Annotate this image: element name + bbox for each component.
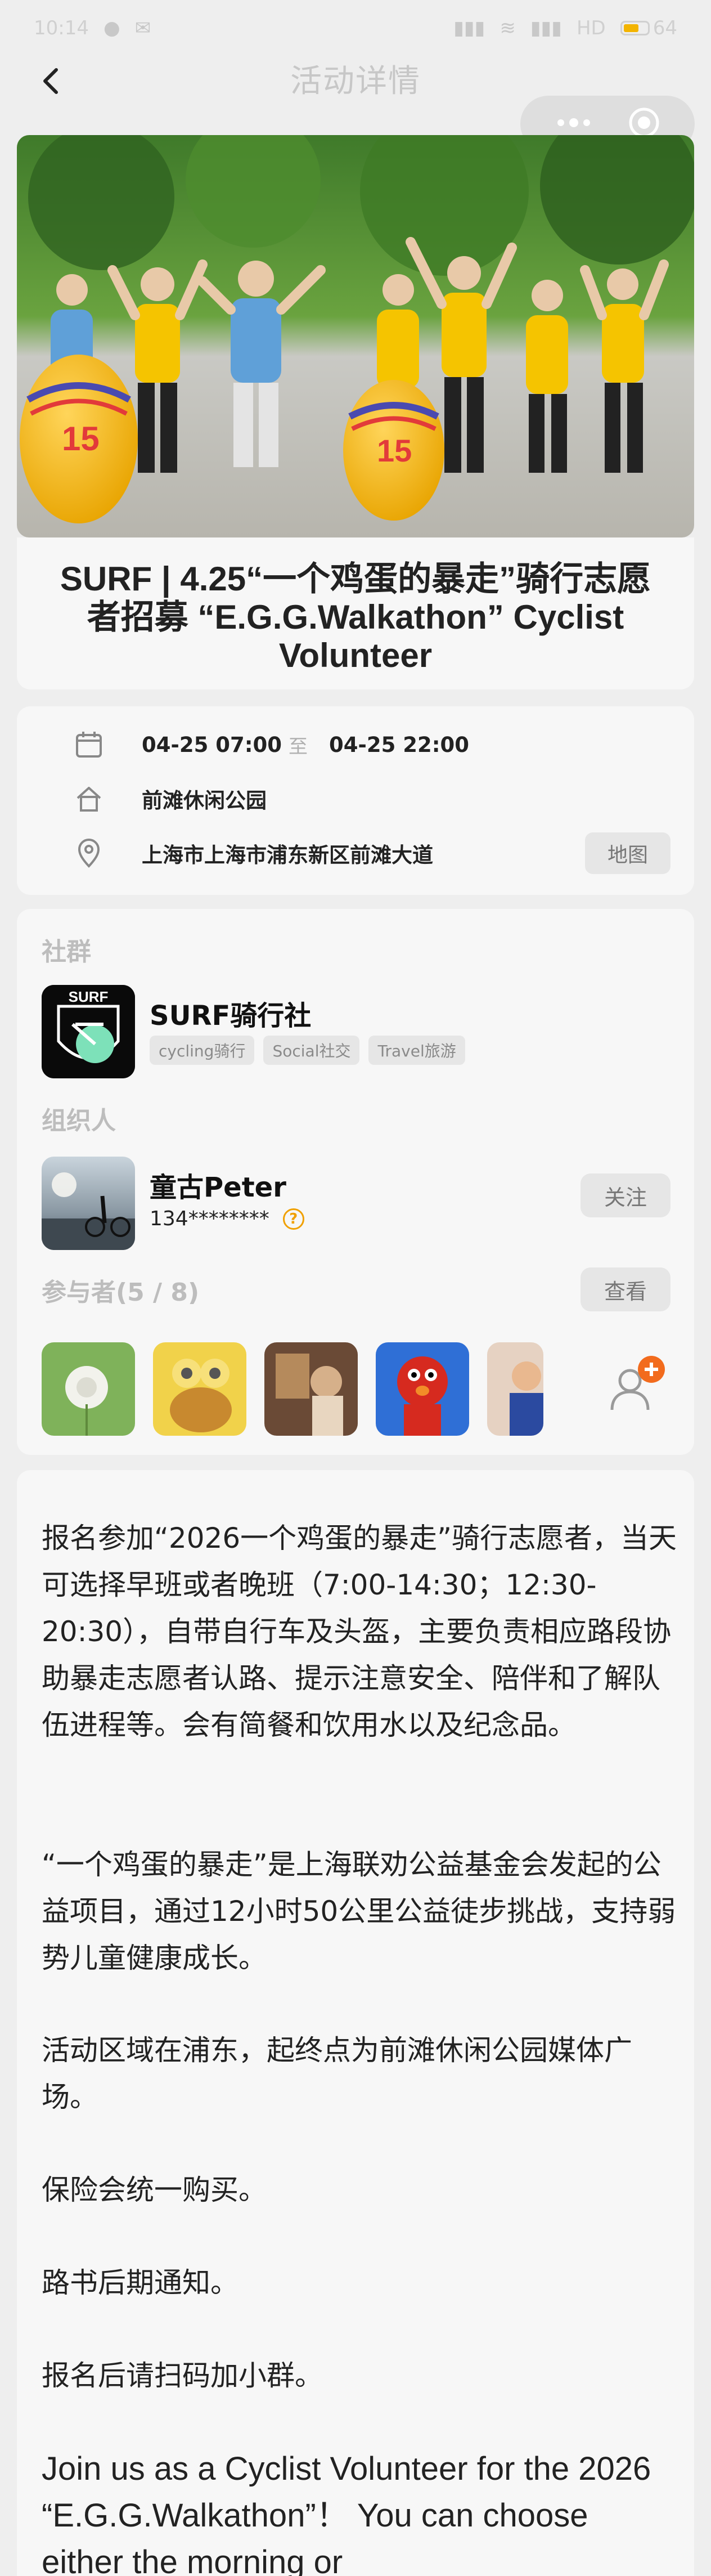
address-row: 上海市上海市浦东新区前滩大道 地图 bbox=[17, 826, 694, 880]
description-card: 报名参加“2026一个鸡蛋的暴走”骑行志愿者，当天可选择早班或者晚班（7:00-… bbox=[17, 1470, 694, 2576]
network-type: HD bbox=[576, 17, 606, 39]
description-paragraph: “一个鸡蛋的暴走”是上海联劝公益基金会发起的公益项目，通过12小时50公里公益徒… bbox=[42, 1848, 676, 1974]
people-card: 社群 SURF SURF骑行社 cycling骑行 Social社交 Trave… bbox=[17, 909, 694, 1455]
participant-list bbox=[42, 1342, 543, 1436]
follow-button[interactable]: 关注 bbox=[580, 1173, 670, 1217]
community-section-label: 社群 bbox=[42, 938, 91, 966]
add-participant-icon[interactable] bbox=[608, 1354, 669, 1415]
participants-section-label: 参与者(5 / 8) bbox=[42, 1278, 200, 1307]
community-logo[interactable]: SURF bbox=[42, 985, 135, 1078]
participant-avatar[interactable] bbox=[376, 1342, 469, 1436]
tag: Travel旅游 bbox=[368, 1036, 465, 1065]
description-paragraph: 活动区域在浦东，起终点为前滩休闲公园媒体广场。 bbox=[42, 2034, 632, 2113]
status-right: ▮▮▮ ≋ ▮▮▮ HD 64 bbox=[453, 17, 677, 39]
more-icon[interactable] bbox=[554, 117, 593, 131]
help-icon[interactable]: ? bbox=[282, 1208, 304, 1230]
community-name: SURF骑行社 bbox=[150, 1000, 312, 1032]
event-info-card: 04-25 07:00 至 04-25 22:00 前滩休闲公园 上海市上海市浦… bbox=[17, 706, 694, 895]
event-cover-image: 15 15 bbox=[17, 135, 694, 537]
time-row: 04-25 07:00 至 04-25 22:00 bbox=[17, 718, 694, 772]
tag: cycling骑行 bbox=[150, 1036, 255, 1065]
address: 上海市上海市浦东新区前滩大道 bbox=[142, 843, 433, 867]
community-tags: cycling骑行 Social社交 Travel旅游 bbox=[150, 1036, 465, 1065]
calendar-icon bbox=[73, 729, 105, 760]
status-bar: 10:14 ● ✉ ▮▮▮ ≋ ▮▮▮ HD 64 bbox=[0, 0, 711, 56]
home-icon bbox=[73, 783, 105, 814]
organizer-section-label: 组织人 bbox=[42, 1106, 116, 1135]
location-pin-icon bbox=[73, 837, 105, 869]
participant-avatar[interactable] bbox=[264, 1342, 358, 1436]
end-time: 04-25 22:00 bbox=[329, 732, 469, 757]
description-paragraph: 保险会统一购买。 bbox=[42, 2174, 267, 2206]
description-paragraph: 报名后请扫码加小群。 bbox=[42, 2359, 323, 2392]
cellular-icon: ▮▮▮ bbox=[530, 17, 562, 39]
description-paragraph: 报名参加“2026一个鸡蛋的暴走”骑行志愿者，当天可选择早班或者晚班（7:00-… bbox=[42, 1522, 677, 1741]
battery-icon: 64 bbox=[620, 17, 677, 39]
signal-icon: ▮▮▮ bbox=[453, 17, 485, 39]
event-title: SURF | 4.25“一个鸡蛋的暴走”骑行志愿者招募 “E.G.G.Walka… bbox=[60, 560, 651, 674]
organizer-phone-number: 134******** bbox=[150, 1207, 269, 1230]
map-button[interactable]: 地图 bbox=[585, 832, 670, 874]
organizer-avatar[interactable] bbox=[42, 1157, 135, 1250]
mail-icon: ✉ bbox=[134, 17, 151, 39]
status-left: 10:14 ● ✉ bbox=[34, 17, 151, 39]
svg-text:15: 15 bbox=[377, 433, 412, 468]
time-separator: 至 bbox=[289, 735, 308, 758]
event-title-card: SURF | 4.25“一个鸡蛋的暴走”骑行志愿者招募 “E.G.G.Walka… bbox=[17, 537, 694, 689]
battery-level: 64 bbox=[652, 17, 677, 39]
venue-row: 前滩休闲公园 bbox=[17, 772, 694, 826]
svg-text:SURF: SURF bbox=[69, 988, 109, 1005]
organizer-phone: 134******** ? bbox=[150, 1207, 304, 1230]
participant-avatar[interactable] bbox=[487, 1342, 543, 1436]
svg-text:15: 15 bbox=[62, 420, 100, 458]
view-participants-button[interactable]: 查看 bbox=[580, 1267, 670, 1311]
participant-avatar[interactable] bbox=[153, 1342, 246, 1436]
wifi-icon: ≋ bbox=[500, 17, 516, 39]
tag: Social社交 bbox=[263, 1036, 360, 1065]
notification-icon: ● bbox=[103, 17, 120, 39]
organizer-name: 童古Peter bbox=[150, 1172, 286, 1203]
venue-name: 前滩休闲公园 bbox=[142, 789, 267, 813]
description-paragraph-en: Join us as a Cyclist Volunteer for the 2… bbox=[42, 2450, 651, 2576]
status-time: 10:14 bbox=[34, 17, 89, 39]
description-paragraph: 路书后期通知。 bbox=[42, 2266, 238, 2299]
start-time: 04-25 07:00 bbox=[142, 732, 282, 757]
participant-avatar[interactable] bbox=[42, 1342, 135, 1436]
